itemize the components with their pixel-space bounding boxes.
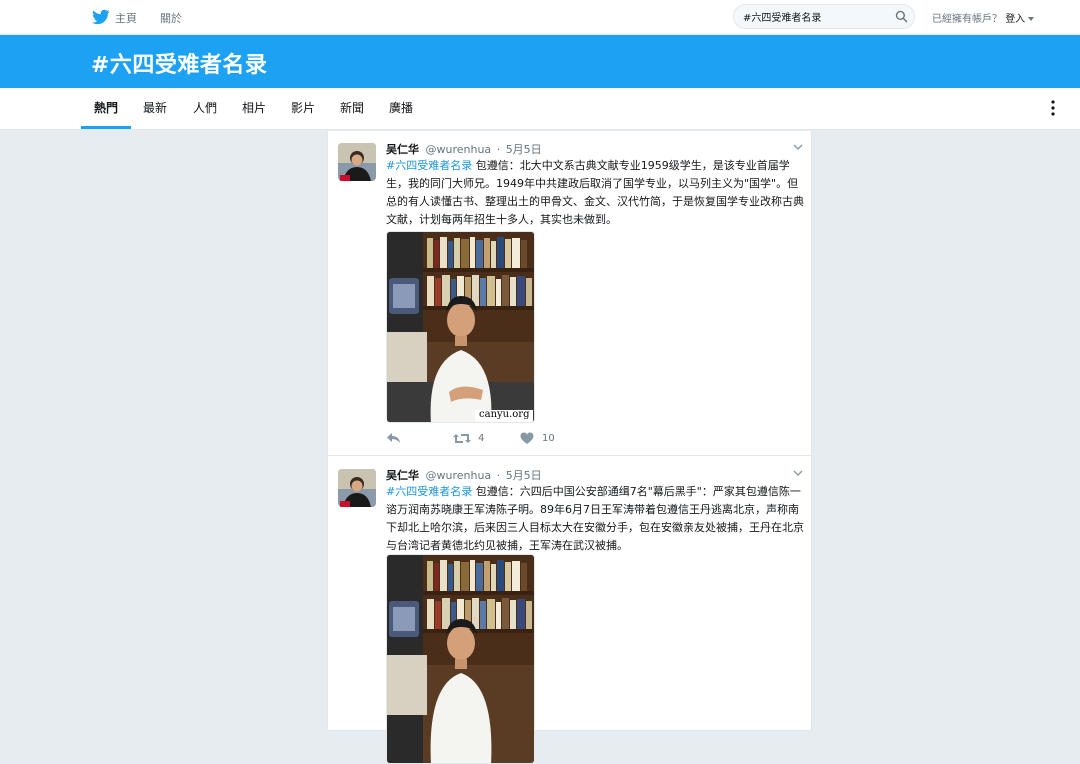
retweet-icon bbox=[453, 434, 471, 443]
login-link[interactable]: 登入 bbox=[1005, 14, 1025, 25]
tweet-text: #六四受难者名录 包遵信：北大中文系古典文献专业1959级学生，是该专业首届学生… bbox=[386, 157, 804, 229]
tweet-author-handle[interactable]: @wurenhua bbox=[426, 469, 492, 482]
login-prompt-text: 已經擁有帳戶？ bbox=[932, 14, 1002, 25]
nav-home-link[interactable]: 主頁 bbox=[115, 10, 137, 26]
tweet-timeline: 吴仁华 @wurenhua · 5月5日 #六四受难者名录 包遵信：北大中文系古… bbox=[327, 131, 812, 764]
media-watermark-caption: canyu.org bbox=[479, 409, 530, 420]
tab-latest[interactable]: 最新 bbox=[143, 88, 167, 129]
tweet-author-name[interactable]: 吴仁华 bbox=[386, 469, 419, 482]
like-count: 10 bbox=[542, 433, 555, 444]
tweet-item[interactable]: 吴仁华 @wurenhua · 5月5日 #六四受难者名录 包遵信：六四后中国公… bbox=[328, 457, 811, 764]
tweet-hashtag[interactable]: #六四受难者名录 bbox=[386, 485, 472, 498]
tweet-timestamp[interactable]: 5月5日 bbox=[506, 143, 542, 156]
search-tabs: 熱門 最新 人們 相片 影片 新聞 廣播 bbox=[0, 88, 1080, 130]
tab-news[interactable]: 新聞 bbox=[340, 88, 364, 129]
tweet-media-photo[interactable]: canyu.org bbox=[386, 231, 535, 423]
search-hero-banner: #六四受难者名录 bbox=[0, 35, 1080, 88]
avatar[interactable] bbox=[338, 143, 376, 181]
tweet-header: 吴仁华 @wurenhua · 5月5日 bbox=[386, 141, 542, 157]
tab-top[interactable]: 熱門 bbox=[80, 88, 132, 129]
tab-videos[interactable]: 影片 bbox=[291, 88, 315, 129]
heart-icon bbox=[520, 432, 534, 444]
tweet-text: #六四受难者名录 包遵信：六四后中国公安部通缉7名"幕后黑手"：严家其包遵信陈一… bbox=[386, 483, 804, 555]
search-input[interactable] bbox=[743, 5, 888, 28]
search-box[interactable] bbox=[733, 4, 915, 29]
nav-about-link[interactable]: 關於 bbox=[160, 10, 182, 26]
tweet-item[interactable]: 吴仁华 @wurenhua · 5月5日 #六四受难者名录 包遵信：北大中文系古… bbox=[328, 131, 811, 456]
search-icon[interactable] bbox=[895, 10, 908, 23]
tweet-separator: · bbox=[496, 143, 501, 156]
tweet-author-name[interactable]: 吴仁华 bbox=[386, 143, 419, 156]
tab-photos[interactable]: 相片 bbox=[242, 88, 266, 129]
reply-icon bbox=[387, 433, 400, 443]
tweet-timestamp[interactable]: 5月5日 bbox=[506, 469, 542, 482]
chevron-down-icon[interactable] bbox=[793, 143, 803, 151]
hero-title: #六四受难者名录 bbox=[91, 53, 268, 78]
tweet-separator: · bbox=[496, 469, 501, 482]
tweet-author-handle[interactable]: @wurenhua bbox=[426, 143, 492, 156]
tweet-hashtag[interactable]: #六四受难者名录 bbox=[386, 159, 472, 172]
tweet-media-photo[interactable] bbox=[386, 554, 535, 764]
tab-people[interactable]: 人們 bbox=[193, 88, 217, 129]
login-prompt: 已經擁有帳戶？ 登入 bbox=[932, 10, 1035, 25]
more-options-icon[interactable] bbox=[1049, 99, 1057, 117]
top-navigation-bar: 主頁 關於 已經擁有帳戶？ 登入 bbox=[0, 0, 1080, 35]
chevron-down-icon[interactable] bbox=[793, 469, 803, 477]
tab-broadcasts[interactable]: 廣播 bbox=[389, 88, 413, 129]
twitter-bird-icon[interactable] bbox=[92, 8, 110, 26]
tweet-actions: 4 10 bbox=[386, 431, 686, 447]
tweet-header: 吴仁华 @wurenhua · 5月5日 bbox=[386, 467, 542, 483]
retweet-count: 4 bbox=[478, 433, 485, 444]
avatar[interactable] bbox=[338, 469, 376, 507]
caret-down-icon[interactable] bbox=[1028, 17, 1035, 21]
